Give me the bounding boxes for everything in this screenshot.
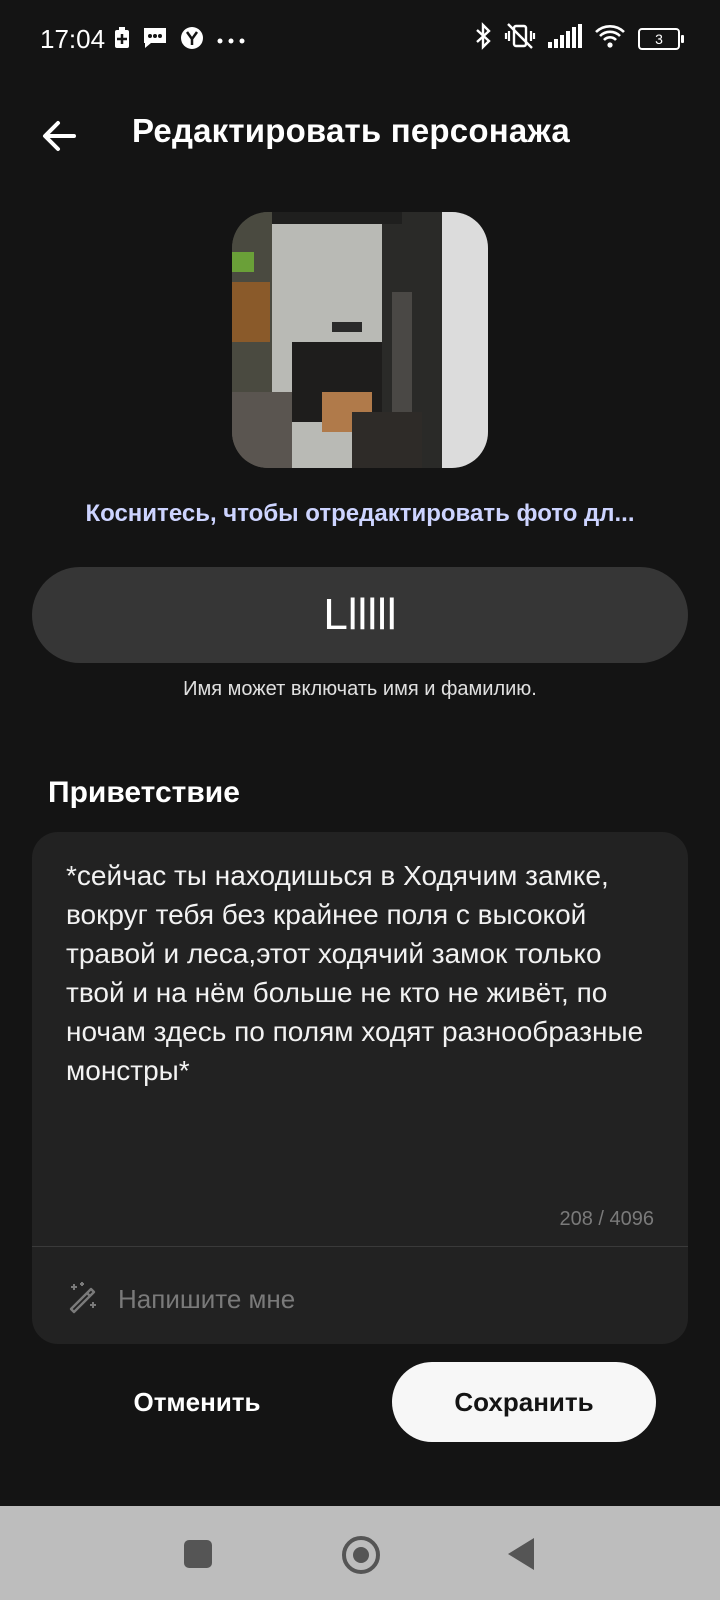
status-right-icons: 3	[474, 22, 684, 55]
greeting-textarea[interactable]: *сейчас ты находишься в Ходячим замке, в…	[66, 856, 666, 1090]
message-icon	[142, 26, 168, 55]
char-counter: 208 / 4096	[559, 1208, 654, 1230]
status-left-icons	[114, 26, 246, 55]
home-circle-icon[interactable]	[342, 1536, 380, 1574]
greeting-box: *сейчас ты находишься в Ходячим замке, в…	[32, 832, 688, 1344]
write-me-label: Напишите мне	[118, 1284, 296, 1314]
system-nav-bar	[0, 1506, 720, 1600]
back-button[interactable]	[38, 114, 82, 158]
signal-icon	[548, 24, 582, 53]
character-avatar-photo[interactable]	[232, 212, 488, 468]
greeting-label: Приветствие	[48, 776, 240, 809]
header: Редактировать персонажа	[0, 100, 720, 170]
divider	[32, 1246, 688, 1247]
vibrate-off-icon	[504, 22, 536, 55]
save-button[interactable]: Сохранить	[392, 1362, 656, 1442]
write-me-button[interactable]: Напишите мне	[66, 1280, 295, 1319]
battery-saver-icon	[114, 27, 130, 54]
battery-icon: 3	[638, 27, 684, 50]
arrow-left-icon	[38, 121, 82, 162]
more-dots-icon	[216, 32, 246, 50]
name-field[interactable]	[32, 567, 688, 663]
name-hint: Имя может включать имя и фамилию.	[183, 678, 537, 700]
name-input[interactable]	[62, 589, 658, 641]
yandex-icon	[180, 26, 204, 55]
magic-wand-icon	[66, 1280, 100, 1319]
edit-photo-link[interactable]: Коснитесь, чтобы отредактировать фото дл…	[0, 500, 720, 528]
recents-square-icon[interactable]	[184, 1540, 212, 1568]
status-bar: 17:04 3	[0, 0, 720, 80]
bluetooth-icon	[474, 22, 492, 55]
back-triangle-icon[interactable]	[508, 1538, 534, 1570]
status-time: 17:04	[40, 24, 106, 54]
cancel-button[interactable]: Отменить	[92, 1362, 302, 1442]
page-title: Редактировать персонажа	[132, 112, 570, 149]
wifi-icon	[594, 23, 626, 54]
